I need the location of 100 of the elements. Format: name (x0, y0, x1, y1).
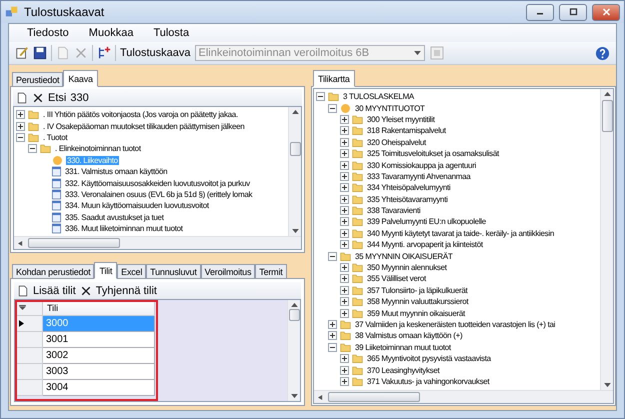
tree-item[interactable]: 335 Yhteisötavaramyynti (366, 194, 449, 204)
close-button[interactable] (592, 4, 620, 20)
collapse-toggle[interactable] (28, 144, 37, 154)
scroll-thumb[interactable] (28, 238, 120, 248)
tree-item[interactable]: 339 Palvelumyynti EU:n ulkopuolelle (366, 217, 487, 226)
expand-toggle[interactable] (328, 331, 338, 340)
tab[interactable]: Tilit (94, 262, 118, 279)
menu-item[interactable]: Muokkaa (78, 27, 144, 39)
tree-item[interactable]: 332. Käyttöomaisuusosakkeiden luovutusvoitot ja purkuv (64, 178, 251, 188)
tree-item[interactable]: 335. Saadut avustukset ja tuet (64, 212, 165, 222)
row-header[interactable] (15, 316, 43, 332)
expand-toggle[interactable] (340, 172, 350, 181)
table-cell[interactable]: 3003 (43, 364, 155, 380)
tree-item[interactable]: 333 Tavaramyynti Ahvenanmaa (366, 172, 472, 181)
expand-toggle[interactable] (340, 138, 350, 147)
tab[interactable]: Tunnusluvut (146, 264, 201, 279)
current-row-icon (19, 320, 24, 327)
tree-item[interactable]: 331. Valmistus omaan käyttöön (64, 167, 168, 176)
menu-item[interactable]: Tiedosto (17, 27, 79, 39)
tree-item[interactable]: . Tuotot (42, 132, 68, 142)
tree-item[interactable]: 3 TULOSLASKELMA (342, 92, 415, 102)
expand-toggle[interactable] (340, 263, 350, 272)
expand-toggle[interactable] (340, 274, 350, 284)
tree-item[interactable]: 300 Yleiset myyntitilit (366, 114, 436, 124)
menu-item[interactable]: Tulosta (143, 27, 200, 39)
tree-item[interactable]: 333. Veronalainen osuus (EVL 6b ja 51d §) (erittely lomak (64, 190, 254, 199)
tree-item[interactable]: 330 Komissiokauppa ja agentuuri (366, 160, 478, 170)
tree-item[interactable]: 340 Myynti käytetyt tavarat ja taide-. keräily- ja antiikkiesin (366, 228, 555, 238)
expand-toggle[interactable] (16, 110, 25, 120)
collapse-toggle[interactable] (328, 104, 338, 113)
tree-item[interactable]: 35 MYYNNIN OIKAISUERÄT (354, 252, 454, 261)
tab[interactable]: Veroilmoitus (200, 264, 256, 279)
add-accounts-button[interactable]: Lisää tilit (33, 284, 76, 296)
minimize-button[interactable] (526, 4, 554, 20)
tree-item[interactable]: 336. Muut liiketoiminnan muut tuotot (64, 224, 184, 234)
expand-toggle[interactable] (340, 286, 350, 295)
table-cell[interactable]: 3004 (43, 380, 155, 396)
tree-item[interactable]: . III Yhtiön päätös voitonjaosta (Jos varoja on päätetty jakaa. (42, 110, 239, 120)
horizontal-scrollbar[interactable] (14, 236, 302, 249)
tree-item[interactable]: 320 Oheispalvelut (366, 138, 427, 147)
tree-item[interactable]: 334. Muun käyttöomaisuuden luovutusvoitot (64, 201, 210, 210)
tab[interactable]: Termit (255, 264, 287, 279)
expand-toggle[interactable] (340, 114, 350, 124)
tree-item[interactable]: 355 Välilliset verot (366, 274, 427, 284)
clear-accounts-button[interactable]: Tyhjennä tilit (96, 284, 157, 296)
collapse-toggle[interactable] (328, 252, 338, 261)
collapse-toggle[interactable] (316, 92, 326, 102)
tab[interactable]: Perustiedot (12, 72, 64, 87)
tree-item[interactable]: 325 Toimitusveloitukset ja osamaksulisät (366, 149, 500, 158)
tree-item[interactable]: 318 Rakentamispalvelut (366, 126, 447, 136)
expand-toggle[interactable] (340, 183, 350, 192)
tree-item[interactable]: 371 Vakuutus- ja vahingonkorvaukset (366, 376, 490, 386)
horizontal-scrollbar[interactable] (314, 390, 613, 403)
expand-toggle[interactable] (340, 160, 350, 170)
expand-toggle[interactable] (340, 297, 350, 306)
tree-item[interactable]: 30 MYYNTITUOTOT (354, 104, 426, 113)
scroll-thumb[interactable] (290, 142, 301, 156)
expand-toggle[interactable] (340, 206, 350, 216)
scroll-thumb[interactable] (602, 100, 612, 132)
collapse-toggle[interactable] (16, 132, 25, 142)
expand-toggle[interactable] (340, 366, 350, 375)
expand-toggle[interactable] (340, 228, 350, 238)
table-cell[interactable]: 3002 (43, 348, 155, 364)
expand-toggle[interactable] (340, 149, 350, 158)
expand-toggle[interactable] (340, 376, 350, 386)
table-cell[interactable]: 3001 (43, 332, 155, 348)
expand-toggle[interactable] (16, 122, 25, 131)
tree-item[interactable]: . IV Osakepääoman muutokset tilikauden päättymisen jälkeen (42, 122, 246, 131)
tree-item[interactable]: 39 Liiketoiminnan muut tuotot (354, 342, 452, 352)
tree-item[interactable]: 358 Myynnin valuuttakurssierot (366, 297, 470, 306)
scroll-thumb[interactable] (328, 392, 420, 402)
tree-item[interactable]: 359 Muut myynnin oikaisuerät (366, 308, 466, 318)
expand-toggle[interactable] (340, 126, 350, 136)
tree-item[interactable]: 370 Leasinghyvitykset (366, 366, 440, 375)
expand-toggle[interactable] (340, 217, 350, 226)
collapse-toggle[interactable] (328, 342, 338, 352)
tab[interactable]: Excel (117, 264, 146, 279)
tree-item[interactable]: 334 Yhteisöpalvelumyynti (366, 183, 452, 192)
tree-item[interactable]: 365 Myyntivoitot pysyvistä vastaavista (366, 354, 492, 364)
maximize-button[interactable] (559, 4, 587, 20)
tab[interactable]: Tilikartta (313, 70, 355, 87)
tree-item[interactable]: 338 Tavaravienti (366, 206, 422, 216)
vertical-scrollbar[interactable] (600, 89, 613, 390)
tree-item[interactable]: 344 Myynti. arvopaperit ja kiinteistöt (366, 240, 484, 250)
expand-toggle[interactable] (328, 320, 338, 329)
search-field[interactable]: 330 (70, 92, 89, 104)
tab[interactable]: Kaava (63, 70, 98, 87)
expand-toggle[interactable] (340, 240, 350, 250)
expand-toggle[interactable] (340, 308, 350, 318)
scroll-thumb[interactable] (288, 309, 300, 321)
tree-item[interactable]: . Elinkeinotoiminnan tuotot (54, 144, 142, 154)
tree-item[interactable]: 350 Myynnin alennukset (366, 263, 448, 272)
tree-item[interactable]: 38 Valmistus omaan käyttöön (+) (354, 331, 464, 340)
vertical-scrollbar[interactable] (288, 107, 302, 236)
tree-item[interactable]: 357 Tulonsiirto- ja läpikulkuerät (366, 286, 468, 295)
expand-toggle[interactable] (340, 194, 350, 204)
vertical-scrollbar[interactable] (287, 300, 300, 401)
tab[interactable]: Kohdan perustiedot (12, 264, 94, 279)
expand-toggle[interactable] (340, 354, 350, 364)
tree-item[interactable]: 37 Valmiiden ja keskeneräisten tuotteiden varastojen lis (+) tai (354, 320, 556, 329)
